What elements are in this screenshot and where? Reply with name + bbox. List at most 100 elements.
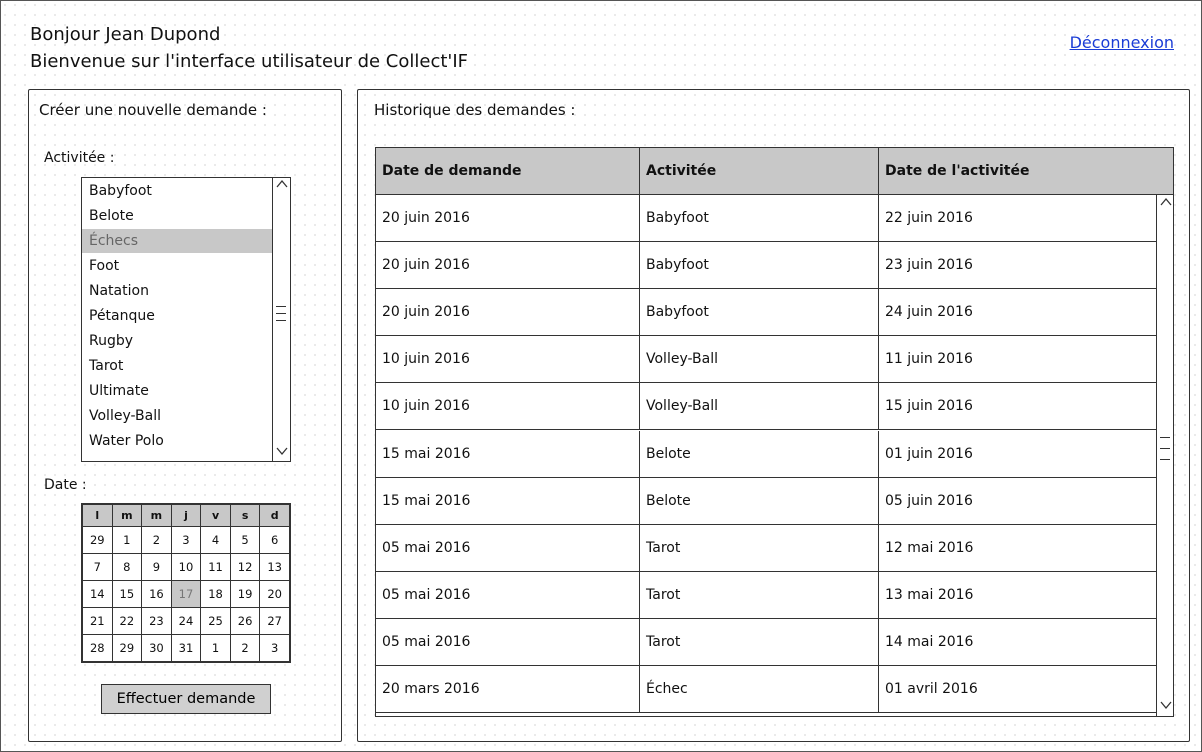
calendar-day[interactable]: 29	[111, 634, 143, 662]
calendar-day[interactable]: 11	[200, 553, 231, 581]
activity-list-item[interactable]: Foot	[82, 254, 274, 278]
chevron-down-icon[interactable]	[1157, 700, 1173, 714]
calendar-day[interactable]: 22	[111, 607, 143, 635]
calendar-day[interactable]: 1	[200, 634, 231, 662]
calendar-day[interactable]: 5	[229, 526, 261, 554]
calendar-day[interactable]: 2	[229, 634, 261, 662]
table-row[interactable]: 05 mai 2016 Tarot 13 mai 2016	[376, 571, 1157, 619]
activity-cell: Babyfoot	[640, 242, 879, 289]
activity-scrollbar[interactable]	[272, 178, 290, 461]
calendar-day[interactable]: 2	[141, 526, 172, 554]
calendar-week-row: 21 22 23 24 25 26 27	[82, 607, 290, 635]
request-date-cell: 05 mai 2016	[376, 571, 640, 618]
table-row[interactable]: 20 juin 2016 Babyfoot 22 juin 2016	[376, 195, 1157, 243]
table-row[interactable]: 10 juin 2016 Volley-Ball 11 juin 2016	[376, 336, 1157, 384]
table-row[interactable]: 15 mai 2016 Belote 01 juin 2016	[376, 430, 1157, 478]
chevron-up-icon[interactable]	[273, 179, 290, 193]
welcome-text: Bienvenue sur l'interface utilisateur de…	[30, 51, 469, 72]
calendar-day[interactable]: 10	[170, 553, 202, 581]
calendar-week-row: 7 8 9 10 11 12 13	[82, 553, 290, 581]
activity-cell: Belote	[640, 477, 879, 524]
calendar-day[interactable]: 19	[229, 580, 261, 608]
calendar-day[interactable]: 4	[200, 526, 231, 554]
activity-date-cell: 12 mai 2016	[885, 539, 974, 556]
request-date-cell: 10 juin 2016	[376, 336, 640, 383]
activity-list-item[interactable]: Pétanque	[82, 304, 274, 328]
calendar-day[interactable]: 7	[82, 553, 113, 581]
weekday-header: s	[229, 504, 261, 527]
activity-list-item[interactable]: Belote	[82, 204, 274, 228]
table-row[interactable]: 05 mai 2016 Tarot 14 mai 2016	[376, 618, 1157, 666]
calendar-day[interactable]: 1	[111, 526, 143, 554]
activity-list-item[interactable]: Ultimate	[82, 379, 274, 403]
table-row[interactable]: 15 mai 2016 Belote 05 juin 2016	[376, 477, 1157, 525]
activity-cell: Échec	[640, 666, 879, 713]
activity-list-item[interactable]: Natation	[82, 279, 274, 303]
submit-request-button[interactable]: Effectuer demande	[101, 684, 271, 714]
column-header-activity-date[interactable]: Date de l'activitée	[879, 148, 1173, 194]
scroll-thumb-icon[interactable]	[273, 304, 290, 334]
calendar-day[interactable]: 18	[200, 580, 231, 608]
calendar-day[interactable]: 15	[111, 580, 143, 608]
calendar-day[interactable]: 30	[141, 634, 172, 662]
calendar-day[interactable]: 14	[82, 580, 113, 608]
column-header-activity[interactable]: Activitée	[640, 148, 879, 194]
request-date-cell: 10 juin 2016	[376, 383, 640, 430]
calendar-day[interactable]: 27	[259, 607, 290, 635]
activity-list-item[interactable]: Rugby	[82, 329, 274, 353]
table-header-row: Date de demande Activitée Date de l'acti…	[376, 148, 1173, 195]
activity-cell: Tarot	[640, 524, 879, 571]
calendar-week-row: 29 1 2 3 4 5 6	[82, 526, 290, 554]
calendar-day[interactable]: 28	[82, 634, 113, 662]
calendar-day[interactable]: 13	[259, 553, 290, 581]
calendar-day[interactable]: 31	[170, 634, 202, 662]
activity-list-item[interactable]: Échecs	[82, 229, 274, 253]
calendar-day[interactable]: 9	[141, 553, 172, 581]
request-date-cell: 20 juin 2016	[376, 195, 640, 242]
table-row[interactable]: 20 juin 2016 Babyfoot 24 juin 2016	[376, 289, 1157, 337]
calendar-day[interactable]: 29	[82, 526, 113, 554]
activity-list-item[interactable]: Tarot	[82, 354, 274, 378]
calendar-day[interactable]: 21	[82, 607, 113, 635]
weekday-header: l	[82, 504, 113, 527]
history-table: Date de demande Activitée Date de l'acti…	[375, 147, 1174, 717]
calendar-day[interactable]: 26	[229, 607, 261, 635]
history-panel: Historique des demandes : Date de demand…	[357, 89, 1190, 742]
table-row[interactable]: 20 mars 2016 Échec 01 avril 2016	[376, 666, 1157, 714]
activity-date-cell: 14 mai 2016	[885, 633, 974, 650]
calendar-day[interactable]: 24	[170, 607, 202, 635]
activity-cell: Tarot	[640, 618, 879, 665]
activity-cell: Babyfoot	[640, 195, 879, 242]
calendar-day[interactable]: 3	[259, 634, 290, 662]
activity-list-item[interactable]: Babyfoot	[82, 179, 274, 203]
weekday-header: v	[200, 504, 231, 527]
column-header-request-date[interactable]: Date de demande	[376, 148, 640, 194]
activity-date-cell: 24 juin 2016	[885, 304, 973, 321]
logout-link[interactable]: Déconnexion	[1070, 33, 1174, 52]
calendar-day[interactable]: 17	[170, 580, 202, 608]
calendar-day[interactable]: 16	[141, 580, 172, 608]
history-title: Historique des demandes :	[374, 101, 576, 119]
request-date-cell: 05 mai 2016	[376, 618, 640, 665]
activity-cell: Tarot	[640, 571, 879, 618]
calendar-day[interactable]: 12	[229, 553, 261, 581]
chevron-up-icon[interactable]	[1157, 197, 1173, 211]
calendar-day[interactable]: 6	[259, 526, 290, 554]
date-calendar[interactable]: lmmjvsd 29 1 2 3 4 5 6 7 8 9 10 11 12 13 14 15 16 17 18 19 2…	[81, 503, 291, 663]
calendar-day[interactable]: 3	[170, 526, 202, 554]
activity-list-item[interactable]: Volley-Ball	[82, 404, 274, 428]
chevron-down-icon[interactable]	[273, 446, 290, 460]
activity-listbox[interactable]: Babyfoot Belote Échecs Foot Natation Pétanque…	[81, 177, 291, 462]
activity-list-item[interactable]: Water Polo	[82, 429, 274, 453]
calendar-day[interactable]: 23	[141, 607, 172, 635]
activity-cell: Babyfoot	[640, 289, 879, 336]
scroll-thumb-icon[interactable]	[1157, 435, 1173, 465]
history-scrollbar[interactable]	[1156, 195, 1173, 716]
table-row[interactable]: 05 mai 2016 Tarot 12 mai 2016	[376, 524, 1157, 572]
calendar-day[interactable]: 20	[259, 580, 290, 608]
table-row[interactable]: 20 juin 2016 Babyfoot 23 juin 2016	[376, 242, 1157, 290]
table-row[interactable]: 10 juin 2016 Volley-Ball 15 juin 2016	[376, 383, 1157, 431]
calendar-day[interactable]: 25	[200, 607, 231, 635]
calendar-day[interactable]: 8	[111, 553, 143, 581]
activity-date-cell: 01 juin 2016	[885, 445, 973, 462]
